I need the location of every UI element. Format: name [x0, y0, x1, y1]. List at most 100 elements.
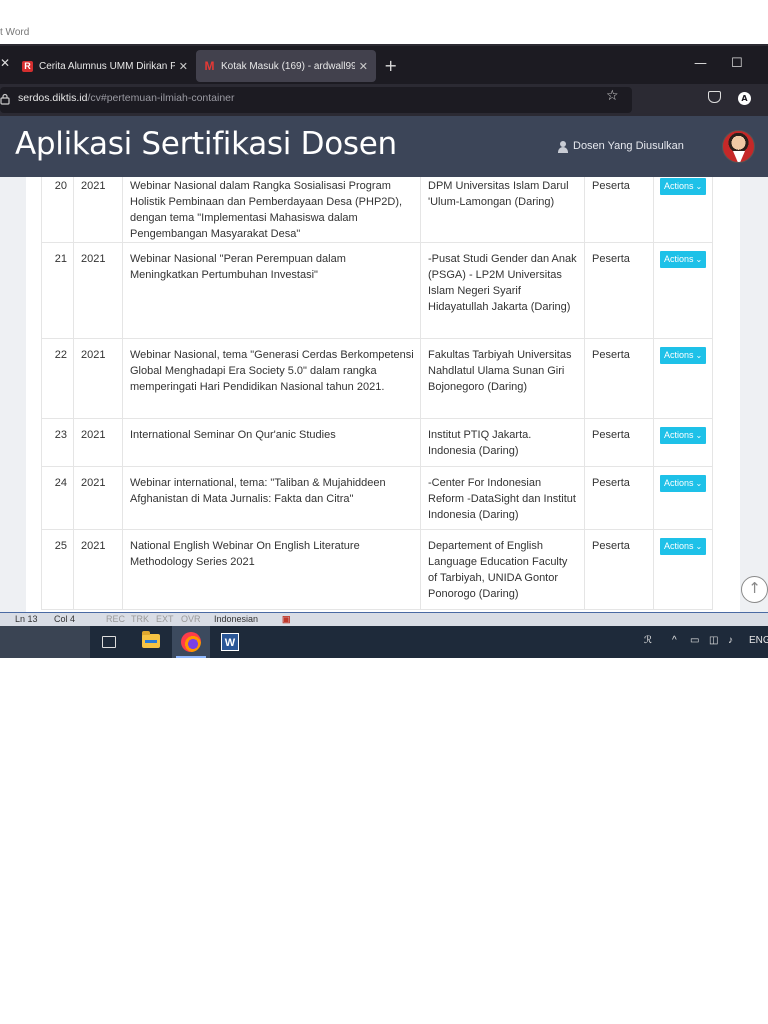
status-trk[interactable]: TRK: [131, 613, 149, 626]
actions-label: Actions: [664, 541, 694, 551]
cell-role: Peserta: [584, 529, 654, 610]
cell-actions: Actions ⌄: [652, 338, 714, 419]
tab-close-icon[interactable]: ✕: [0, 56, 10, 70]
cell-role: Peserta: [584, 338, 654, 419]
actions-dropdown-button[interactable]: Actions ⌄: [660, 347, 707, 364]
actions-dropdown-button[interactable]: Actions ⌄: [660, 427, 707, 444]
avatar[interactable]: [722, 130, 755, 163]
chevron-up-icon[interactable]: ^: [672, 635, 677, 646]
user-icon: [558, 141, 568, 153]
status-ovr[interactable]: OVR: [181, 613, 201, 626]
cell-no: 24: [41, 466, 74, 530]
cell-event-name: National English Webinar On English Lite…: [122, 529, 421, 610]
status-line: Ln 13: [15, 614, 38, 624]
app-header: Aplikasi Sertifikasi Dosen Dosen Yang Di…: [0, 116, 768, 177]
actions-label: Actions: [664, 478, 694, 488]
windows-taskbar: W ℛ ^ ▭ ◫ ♪ ENG: [0, 626, 768, 658]
table-row: 25 2021 National English Webinar On Engl…: [41, 529, 714, 610]
cell-year: 2021: [73, 529, 123, 610]
cell-year: 2021: [73, 466, 123, 530]
address-field[interactable]: serdos.diktis.id/cv#pertemuan-ilmiah-con…: [0, 87, 632, 113]
taskbar-search[interactable]: [0, 626, 90, 658]
status-ext[interactable]: EXT: [156, 613, 174, 626]
chevron-down-icon: ⌄: [695, 255, 703, 264]
table-row: 20 2021 Webinar Nasional dalam Rangka So…: [41, 177, 714, 243]
chevron-down-icon: ⌄: [695, 542, 703, 551]
cell-organizer: Fakultas Tarbiyah Universitas Nahdlatul …: [420, 338, 585, 419]
screenshot: t Word ✕ R Cerita Alumnus UMM Dirikan P …: [0, 0, 768, 658]
actions-dropdown-button[interactable]: Actions ⌄: [660, 178, 707, 195]
account-icon[interactable]: A: [738, 92, 751, 105]
language-indicator[interactable]: ENG: [749, 635, 768, 646]
actions-label: Actions: [664, 254, 694, 264]
actions-label: Actions: [664, 181, 694, 191]
cell-actions: Actions ⌄: [652, 529, 714, 610]
actions-dropdown-button[interactable]: Actions ⌄: [660, 251, 707, 268]
word-icon[interactable]: W: [221, 633, 239, 651]
cell-organizer: Departement of English Language Educatio…: [420, 529, 585, 610]
cell-event-name: Webinar Nasional "Peran Perempuan dalam …: [122, 242, 421, 339]
favicon-r-icon: R: [22, 60, 33, 72]
lock-icon: [0, 93, 10, 105]
new-tab-button[interactable]: +: [384, 56, 397, 75]
gmail-icon: M: [204, 59, 215, 73]
cell-organizer: Institut PTIQ Jakarta. Indonesia (Daring…: [420, 418, 585, 467]
tab-close-icon[interactable]: ✕: [359, 60, 368, 73]
cell-year: 2021: [73, 177, 123, 243]
task-view-icon[interactable]: [102, 636, 116, 648]
cell-event-name: Webinar Nasional, tema "Generasi Cerdas …: [122, 338, 421, 419]
chevron-down-icon: ⌄: [695, 431, 703, 440]
maximize-button[interactable]: ☐: [731, 56, 743, 71]
actions-dropdown-button[interactable]: Actions ⌄: [660, 538, 707, 555]
tab-label: Cerita Alumnus UMM Dirikan P: [39, 60, 175, 72]
cell-actions: Actions ⌄: [652, 418, 714, 467]
actions-dropdown-button[interactable]: Actions ⌄: [660, 475, 707, 492]
table-row: 24 2021 Webinar international, tema: "Ta…: [41, 466, 714, 530]
cell-year: 2021: [73, 418, 123, 467]
cell-role: Peserta: [584, 242, 654, 339]
bookmark-star-icon[interactable]: ☆: [606, 88, 619, 104]
url-bar: serdos.diktis.id/cv#pertemuan-ilmiah-con…: [0, 84, 768, 116]
cell-actions: Actions ⌄: [652, 177, 714, 243]
cell-year: 2021: [73, 338, 123, 419]
cell-actions: Actions ⌄: [652, 466, 714, 530]
pertemuan-ilmiah-table: 20 2021 Webinar Nasional dalam Rangka So…: [41, 177, 714, 610]
volume-icon[interactable]: ♪: [728, 635, 733, 646]
content-panel: 20 2021 Webinar Nasional dalam Rangka So…: [26, 177, 740, 613]
actions-label: Actions: [664, 430, 694, 440]
minimize-button[interactable]: —: [694, 56, 707, 71]
user-role-label[interactable]: Dosen Yang Diusulkan: [573, 140, 684, 152]
table-row: 22 2021 Webinar Nasional, tema "Generasi…: [41, 338, 714, 419]
cell-organizer: -Center For Indonesian Reform -DataSight…: [420, 466, 585, 530]
status-col: Col 4: [54, 614, 76, 624]
battery-icon[interactable]: ▭: [690, 635, 699, 646]
spelling-check-icon[interactable]: ▣: [282, 613, 291, 626]
url-text: serdos.diktis.id/cv#pertemuan-ilmiah-con…: [18, 92, 235, 104]
cell-no: 22: [41, 338, 74, 419]
tab-cerita-alumnus[interactable]: R Cerita Alumnus UMM Dirikan P ✕: [14, 50, 196, 82]
table-row: 23 2021 International Seminar On Qur'ani…: [41, 418, 714, 467]
status-language[interactable]: Indonesian: [214, 613, 258, 626]
network-icon[interactable]: ◫: [709, 635, 718, 646]
status-rec[interactable]: REC: [106, 613, 125, 626]
cell-no: 25: [41, 529, 74, 610]
cell-role: Peserta: [584, 466, 654, 530]
cell-actions: Actions ⌄: [652, 242, 714, 339]
cell-no: 23: [41, 418, 74, 467]
tab-kotak-masuk[interactable]: M Kotak Masuk (169) - ardwall99@ ✕: [196, 50, 376, 82]
file-explorer-icon[interactable]: [142, 631, 160, 648]
scroll-to-top-button[interactable]: ↑: [741, 576, 768, 603]
word-window-title: t Word: [0, 24, 768, 42]
people-icon[interactable]: ℛ: [644, 635, 652, 646]
tab-close-icon[interactable]: ✕: [179, 60, 188, 73]
word-status-bar: Ln 13 Col 4 REC TRK EXT OVR Indonesian ▣: [0, 612, 768, 626]
arrow-up-icon: ↑: [748, 579, 761, 597]
browser-tab-strip: ✕ R Cerita Alumnus UMM Dirikan P ✕ M Kot…: [0, 44, 768, 84]
app-title: Aplikasi Sertifikasi Dosen: [15, 126, 397, 162]
chevron-down-icon: ⌄: [695, 351, 703, 360]
url-path: /cv#pertemuan-ilmiah-container: [87, 92, 235, 104]
pocket-icon[interactable]: [708, 91, 721, 103]
cell-year: 2021: [73, 242, 123, 339]
firefox-icon[interactable]: [181, 632, 201, 652]
url-host: serdos.diktis.id: [18, 92, 88, 104]
